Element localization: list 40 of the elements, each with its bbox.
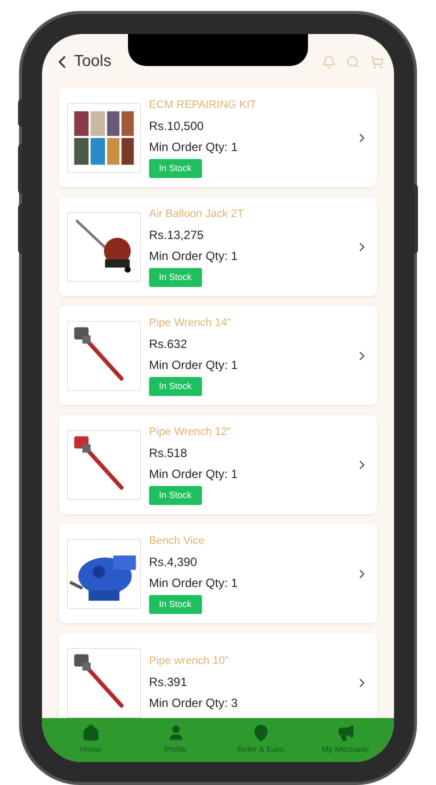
min-order-qty: Min Order Qty: 1 bbox=[149, 138, 239, 156]
search-button[interactable] bbox=[346, 55, 360, 69]
stock-badge: In Stock bbox=[149, 158, 202, 178]
min-order-qty: Min Order Qty: 3 bbox=[149, 694, 239, 712]
product-price: Rs.4,390 bbox=[149, 554, 198, 570]
product-name: ECM REPAIRING KIT bbox=[149, 98, 258, 113]
product-price: Rs.13,275 bbox=[149, 226, 205, 244]
product-card[interactable]: ECM REPAIRING KIT Rs.10,500 Min Order Qty: 1 In Stock bbox=[59, 88, 377, 187]
min-order-qty: Min Order Qty: 1 bbox=[149, 248, 239, 264]
product-price: Rs.391 bbox=[149, 674, 188, 691]
product-name: Air Balloon Jack 2T bbox=[149, 207, 245, 222]
product-price: Rs.10,500 bbox=[149, 118, 205, 134]
pin-icon bbox=[252, 724, 270, 742]
cart-button[interactable] bbox=[370, 55, 384, 69]
search-icon bbox=[346, 55, 360, 69]
min-order-qty: Min Order Qty: 1 bbox=[149, 356, 239, 374]
notification-button[interactable] bbox=[322, 55, 336, 69]
home-icon bbox=[82, 724, 100, 742]
product-card[interactable]: Air Balloon Jack 2T Rs.13,275 Min Order Qty: 1 In Stock bbox=[59, 197, 377, 296]
product-price: Rs.518 bbox=[149, 444, 188, 462]
product-card[interactable]: Pipe Wrench 12" Rs.518 Min Order Qty: 1 In Stock bbox=[59, 415, 377, 514]
stock-badge: In Stock bbox=[149, 376, 202, 396]
product-name: Pipe wrench 10" bbox=[149, 654, 230, 670]
product-card[interactable]: Pipe wrench 10" Rs.391 Min Order Qty: 3 bbox=[59, 633, 377, 718]
product-name: Bench Vice bbox=[149, 534, 206, 549]
page-title: Tools bbox=[74, 52, 112, 72]
product-card[interactable]: Bench Vice Rs.4,390 Min Order Qty: 1 In Stock bbox=[59, 524, 377, 623]
product-card[interactable]: Pipe Wrench 14" Rs.632 Min Order Qty: 1 In Stock bbox=[59, 306, 377, 405]
stock-badge: In Stock bbox=[149, 594, 202, 614]
stock-badge: In Stock bbox=[149, 486, 202, 505]
back-button[interactable]: Tools bbox=[52, 50, 112, 74]
product-name: Pipe Wrench 14" bbox=[149, 316, 232, 331]
bell-icon bbox=[322, 55, 336, 69]
cart-icon bbox=[370, 55, 384, 69]
stock-badge: In Stock bbox=[149, 268, 202, 287]
min-order-qty: Min Order Qty: 1 bbox=[149, 466, 239, 482]
min-order-qty: Min Order Qty: 1 bbox=[149, 574, 239, 592]
product-price: Rs.632 bbox=[149, 336, 188, 352]
product-name: Pipe Wrench 12" bbox=[149, 425, 232, 440]
megaphone-icon bbox=[336, 724, 354, 742]
